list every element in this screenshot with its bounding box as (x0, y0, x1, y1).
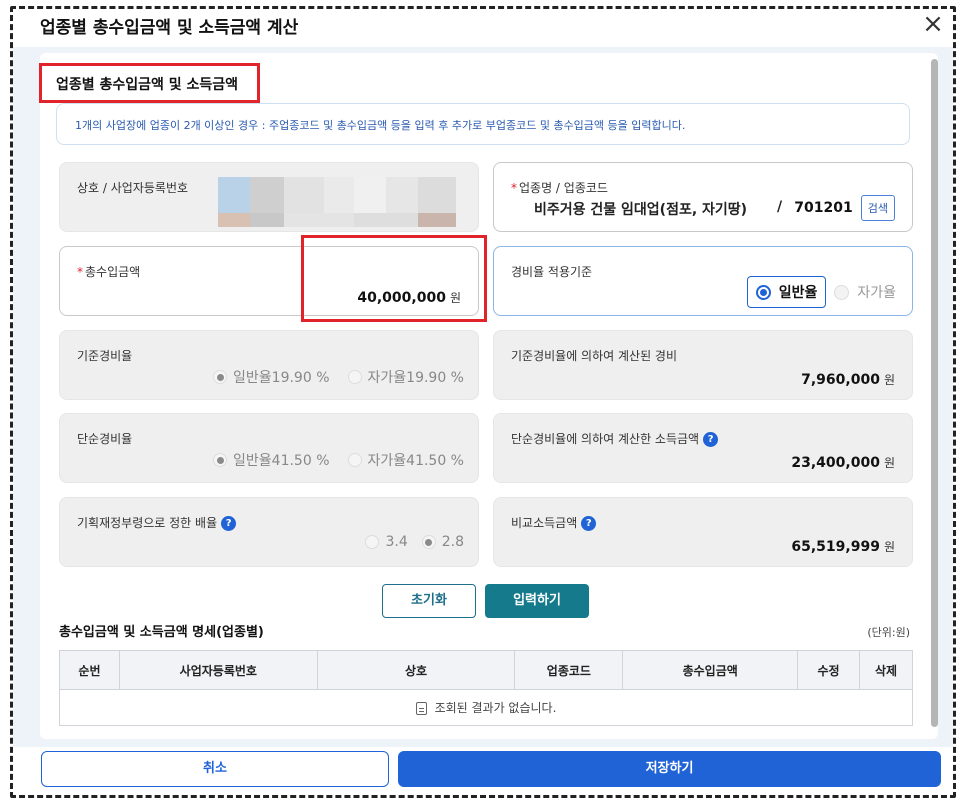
simple-income-value-wrap: 23,400,000 원 (791, 454, 895, 471)
simple-rate-options: 일반율41.50 % 자가율41.50 % (213, 450, 464, 470)
compare-income-label-wrap: 비교소득금액? (511, 514, 597, 531)
compare-income-label: 비교소득금액 (511, 516, 578, 530)
highlight-box (301, 235, 487, 322)
cancel-button[interactable]: 취소 (41, 751, 389, 787)
radio-selected-icon (755, 284, 771, 300)
scrollbar-thumb[interactable] (931, 59, 938, 727)
required-mark: * (511, 181, 517, 195)
industry-code: 701201 (794, 200, 853, 216)
empty-cell: 조회된 결과가 없습니다. (59, 689, 913, 726)
multiplier-option-2-label: 2.8 (441, 534, 464, 550)
simple-income-card: 단순경비율에 의하여 계산한 소득금액? 23,400,000 원 (493, 413, 913, 483)
compare-income-value: 65,519,999 (791, 539, 880, 555)
industry-card: * 업종명 / 업종코드 비주거용 건물 임대업(점포, 자기땅) / 70120… (493, 162, 913, 232)
col-header: 순번 (59, 650, 120, 690)
radio-filled-icon (213, 370, 228, 384)
standard-rate-option-general: 일반율19.90 % (213, 367, 330, 387)
section-title: 업종별 총수입금액 및 소득금액 (39, 63, 260, 103)
standard-expense-value-wrap: 7,960,000 원 (801, 371, 895, 388)
simple-income-label: 단순경비율에 의하여 계산한 소득금액 (511, 432, 700, 446)
expense-basis-option-general[interactable]: 일반율 (746, 276, 827, 308)
multiplier-card: 기획재정부령으로 정한 배율? 3.4 2.8 (59, 497, 479, 567)
business-card: 상호 / 사업자등록번호 (59, 162, 479, 232)
simple-income-label-wrap: 단순경비율에 의하여 계산한 소득금액? (511, 430, 719, 447)
expense-basis-toggle: 일반율 자가율 (746, 276, 896, 308)
modal-title: 업종별 총수입금액 및 소득금액 계산 (40, 18, 299, 38)
standard-rate-card: 기준경비율 일반율19.90 % 자가율19.90 % (59, 330, 479, 400)
radio-empty-icon (365, 535, 380, 549)
standard-rate-option-self: 자가율19.90 % (347, 367, 464, 387)
col-header: 사업자등록번호 (118, 650, 318, 690)
col-header: 상호 (316, 650, 516, 690)
simple-rate-self-label: 자가율41.50 % (367, 453, 464, 469)
save-button[interactable]: 저장하기 (398, 751, 941, 787)
expense-basis-label: 경비율 적용기준 (511, 265, 593, 279)
standard-expense-value: 7,960,000 (801, 372, 880, 388)
industry-label: 업종명 / 업종코드 (519, 181, 608, 195)
business-label: 상호 / 사업자등록번호 (77, 181, 189, 195)
multiplier-option-2: 2.8 (421, 534, 464, 550)
table-title: 총수입금액 및 소득금액 명세(업종별) (59, 625, 264, 640)
multiplier-option-1-label: 3.4 (385, 534, 408, 550)
radio-empty-icon (834, 284, 850, 300)
simple-income-value: 23,400,000 (791, 455, 880, 471)
col-header: 업종코드 (514, 650, 624, 690)
simple-rate-option-self: 자가율41.50 % (347, 450, 464, 470)
col-header: 총수입금액 (622, 650, 799, 690)
radio-empty-icon (347, 453, 362, 467)
standard-expense-card: 기준경비율에 의하여 계산된 경비 7,960,000 원 (493, 330, 913, 400)
required-mark: * (77, 265, 83, 279)
standard-rate-label: 기준경비율 (77, 349, 133, 363)
simple-rate-general-label: 일반율41.50 % (233, 453, 330, 469)
scrollbar[interactable] (931, 53, 939, 739)
multiplier-option-1: 3.4 (365, 534, 408, 550)
compare-income-unit: 원 (883, 540, 895, 554)
radio-filled-icon (213, 453, 228, 467)
help-icon[interactable]: ? (221, 516, 237, 531)
simple-rate-card: 단순경비율 일반율41.50 % 자가율41.50 % (59, 413, 479, 483)
industry-code-wrap: 701201 검색 (794, 195, 895, 221)
input-button[interactable]: 입력하기 (485, 584, 589, 618)
simple-rate-label: 단순경비율 (77, 432, 133, 446)
document-icon (415, 702, 427, 715)
table-empty-row: 조회된 결과가 없습니다. (59, 689, 913, 726)
industry-separator: / (777, 199, 783, 215)
search-button[interactable]: 검색 (860, 195, 895, 221)
standard-rate-self-label: 자가율19.90 % (367, 370, 464, 386)
simple-rate-option-general: 일반율41.50 % (213, 450, 330, 470)
expense-basis-self-label: 자가율 (857, 285, 896, 301)
table-unit: (단위:원) (867, 626, 910, 639)
reset-button[interactable]: 초기화 (382, 584, 476, 618)
industry-label-wrap: * 업종명 / 업종코드 (511, 179, 608, 196)
compare-income-card: 비교소득금액? 65,519,999 원 (493, 497, 913, 567)
multiplier-label-wrap: 기획재정부령으로 정한 배율? (77, 514, 237, 531)
close-icon[interactable]: × (919, 11, 947, 39)
expense-basis-card: 경비율 적용기준 일반율 자가율 (493, 246, 913, 316)
col-header: 수정 (797, 650, 861, 690)
simple-income-unit: 원 (883, 456, 895, 470)
help-icon[interactable]: ? (703, 432, 719, 447)
radio-empty-icon (347, 370, 362, 384)
revenue-label-wrap: * 총수입금액 (77, 263, 140, 280)
standard-rate-options: 일반율19.90 % 자가율19.90 % (213, 367, 464, 387)
revenue-label: 총수입금액 (85, 265, 141, 279)
compare-income-value-wrap: 65,519,999 원 (791, 538, 895, 555)
info-notice: 1개의 사업장에 업종이 2개 이상인 경우 : 주업종코드 및 총수입금액 등… (56, 103, 910, 145)
expense-basis-general-label: 일반율 (778, 285, 818, 301)
help-icon[interactable]: ? (581, 516, 597, 531)
standard-expense-unit: 원 (883, 373, 895, 387)
col-header: 삭제 (859, 650, 913, 690)
radio-filled-icon (421, 535, 436, 549)
multiplier-label: 기획재정부령으로 정한 배율 (77, 516, 218, 530)
standard-expense-label: 기준경비율에 의하여 계산된 경비 (511, 349, 678, 363)
masked-business-info (218, 177, 458, 227)
industry-name: 비주거용 건물 임대업(점포, 자기땅) (534, 202, 748, 218)
modal-frame: 업종별 총수입금액 및 소득금액 계산 × 업종별 총수입금액 및 소득금액 1… (10, 6, 956, 798)
standard-rate-general-label: 일반율19.90 % (233, 370, 330, 386)
expense-basis-option-self[interactable]: 자가율 (834, 282, 896, 302)
empty-message: 조회된 결과가 없습니다. (434, 701, 557, 715)
table-header-row: 순번 사업자등록번호 상호 업종코드 총수입금액 수정 삭제 (59, 650, 913, 690)
multiplier-options: 3.4 2.8 (365, 534, 464, 550)
income-table: 순번 사업자등록번호 상호 업종코드 총수입금액 수정 삭제 조회된 결과가 없… (59, 650, 913, 726)
